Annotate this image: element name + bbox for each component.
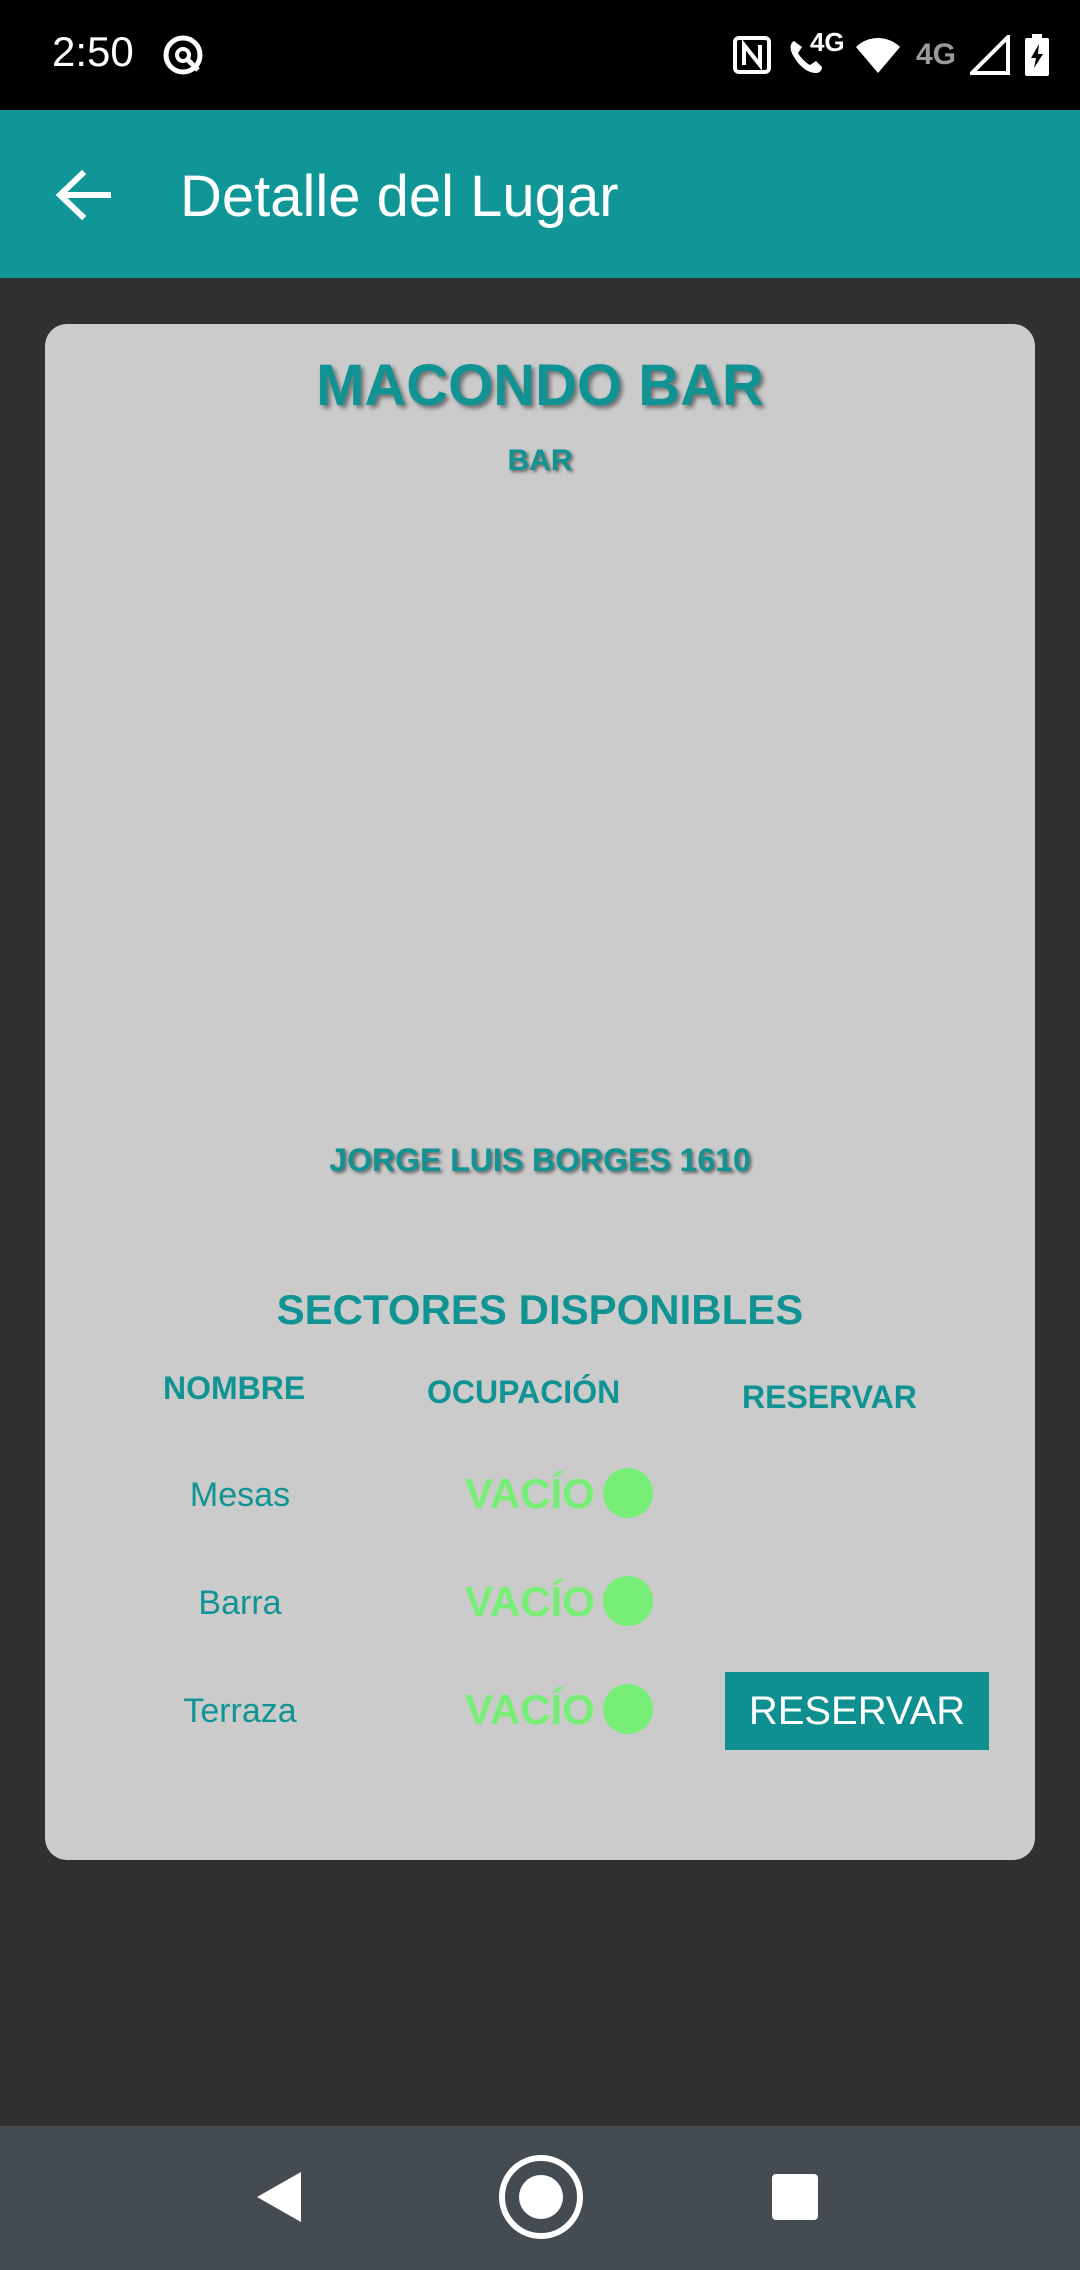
- column-header-occupancy: OCUPACIÓN: [427, 1374, 621, 1410]
- status-icons: 4G 4G: [732, 27, 1050, 80]
- place-address: JORGE LUIS BORGES 1610: [329, 1142, 751, 1178]
- occupancy-indicator-dot: [603, 1468, 653, 1518]
- signal-icon: [970, 35, 1010, 75]
- wifi-call-icon: 4G: [786, 27, 845, 77]
- occupancy-status: VACÍO: [465, 1578, 595, 1625]
- sector-name: Barra: [198, 1584, 282, 1622]
- battery-charging-icon: [1025, 34, 1049, 76]
- sector-name: Mesas: [189, 1476, 291, 1514]
- occupancy-indicator-dot: [603, 1684, 653, 1734]
- back-button[interactable]: [48, 160, 118, 230]
- nav-recent-icon[interactable]: [772, 2174, 818, 2220]
- app-bar: Detalle del Lugar: [0, 110, 1080, 278]
- place-detail-card: MACONDO BAR BAR JORGE LUIS BORGES 1610 S…: [45, 324, 1035, 1860]
- sectors-title: SECTORES DISPONIBLES: [276, 1286, 804, 1333]
- nfc-icon: [732, 36, 771, 74]
- column-header-name: NOMBRE: [163, 1370, 306, 1406]
- reserve-button[interactable]: RESERVAR: [725, 1672, 989, 1750]
- status-time: 2:50: [52, 28, 134, 75]
- sector-name: Terraza: [183, 1692, 297, 1730]
- sector-row: Mesas VACÍO: [45, 1458, 1035, 1538]
- occupancy-indicator-dot: [603, 1576, 653, 1626]
- network-4g-dim-label: 4G: [915, 38, 956, 71]
- place-type: BAR: [507, 444, 573, 477]
- network-4g-label: 4G: [809, 27, 845, 57]
- occupancy-status: VACÍO: [465, 1470, 595, 1517]
- sector-row: Barra VACÍO: [45, 1566, 1035, 1646]
- status-bar: 2:50 4G 4G: [0, 0, 1080, 110]
- place-name: MACONDO BAR: [316, 353, 764, 418]
- wifi-icon: [855, 38, 900, 73]
- column-header-reserve: RESERVAR: [742, 1379, 917, 1415]
- arrow-back-icon: [55, 169, 111, 221]
- nav-back-icon[interactable]: [255, 2170, 303, 2224]
- system-nav-bar: [0, 2126, 1080, 2270]
- page-title: Detalle del Lugar: [180, 164, 619, 229]
- nav-home-icon[interactable]: [496, 2152, 586, 2242]
- occupancy-status: VACÍO: [465, 1686, 595, 1733]
- vpn-key-icon: [163, 35, 203, 75]
